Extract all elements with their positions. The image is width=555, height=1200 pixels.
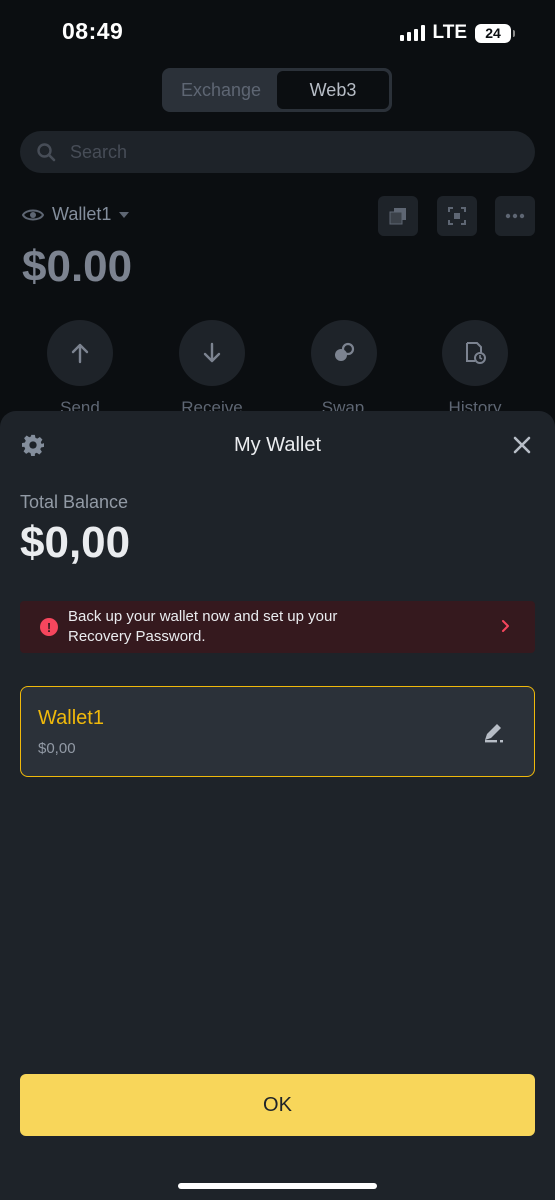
wallet-selector[interactable]: Wallet1 [22, 204, 130, 225]
edit-icon[interactable] [482, 720, 506, 744]
search-icon [37, 143, 56, 162]
caret-down-icon [119, 211, 130, 218]
alert-line-2: Recovery Password. [68, 628, 206, 645]
wallet-balance: $0.00 [22, 242, 133, 291]
eye-icon[interactable] [22, 207, 44, 223]
status-indicators: LTE 24 [399, 22, 515, 44]
history-icon [466, 342, 486, 364]
wallet-card[interactable] [20, 686, 535, 777]
history-button[interactable] [442, 320, 508, 386]
battery-icon: 24 [475, 23, 515, 43]
battery-level: 24 [485, 25, 501, 41]
exchange-web3-switch: Exchange Web3 [162, 68, 392, 112]
search-placeholder: Search [70, 141, 128, 162]
search-bar[interactable]: Search [20, 131, 535, 173]
wallet-name: Wallet1 [52, 204, 112, 224]
arrow-down-icon [203, 342, 221, 363]
signal-icon [399, 25, 425, 41]
more-button[interactable] [495, 196, 535, 236]
alert-icon: ! [40, 618, 58, 636]
backup-alert[interactable]: ! Back up your wallet now and set up you… [20, 601, 535, 653]
network-label: LTE [432, 22, 467, 43]
scan-button[interactable] [437, 196, 477, 236]
close-icon[interactable] [512, 435, 532, 455]
wallet-card-name: Wallet1 [38, 707, 104, 729]
ok-button[interactable]: OK [20, 1074, 535, 1136]
receive-button[interactable] [179, 320, 245, 386]
chevron-right-icon [502, 620, 509, 632]
scan-icon [448, 207, 466, 225]
tab-exchange[interactable]: Exchange [165, 71, 277, 109]
alert-message: Back up your wallet now and set up your … [68, 607, 368, 647]
swap-icon [335, 342, 355, 361]
copy-icon [389, 208, 406, 225]
more-icon [505, 213, 525, 219]
arrow-up-icon [71, 343, 89, 364]
send-button[interactable] [47, 320, 113, 386]
home-indicator[interactable] [178, 1183, 377, 1189]
swap-button[interactable] [311, 320, 377, 386]
wallet-card-balance: $0,00 [38, 740, 76, 757]
alert-line-1: Back up your wallet now and set up your [68, 608, 338, 625]
total-balance-value: $0,00 [20, 518, 131, 567]
sheet-title: My Wallet [233, 434, 322, 456]
tab-web3[interactable]: Web3 [277, 71, 389, 109]
copy-button[interactable] [378, 196, 418, 236]
total-balance-label: Total Balance [20, 492, 129, 512]
status-time: 08:49 [62, 18, 124, 44]
